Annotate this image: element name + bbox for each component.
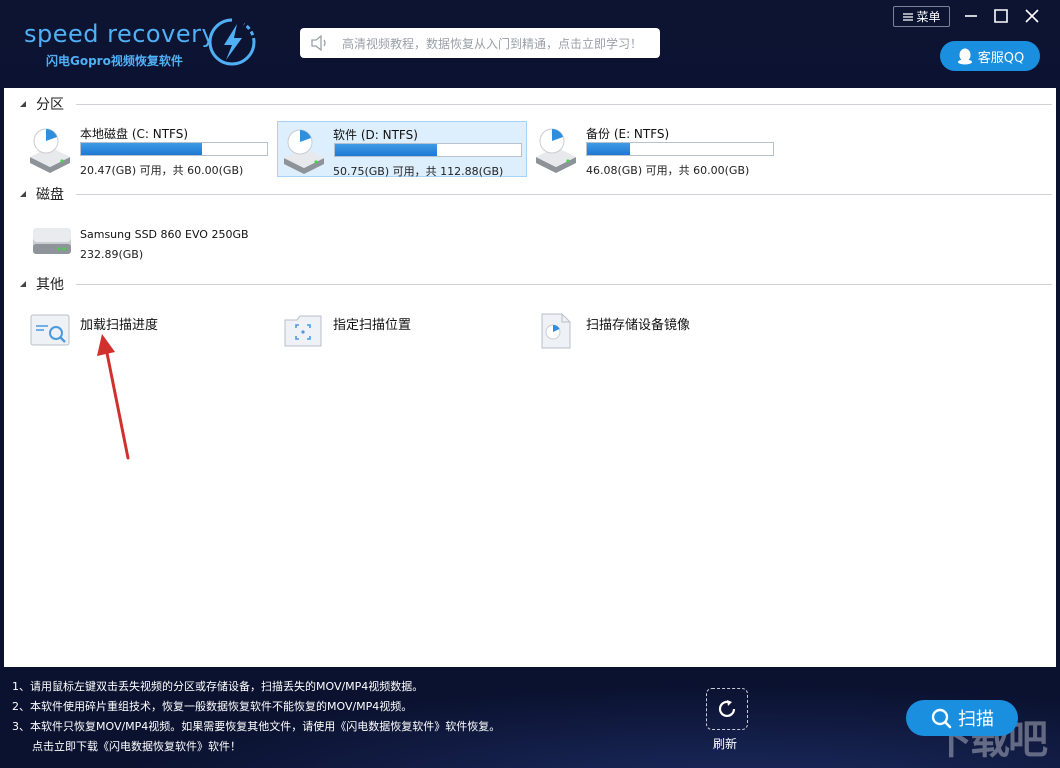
disk-name[interactable]: Samsung SSD 860 EVO 250GB [80,228,249,241]
refresh-icon [718,700,736,718]
speaker-icon [311,35,326,51]
load-scan-progress-icon [30,314,70,346]
menu-button[interactable]: 菜单 [893,6,950,27]
tip-line: 3、本软件只恢复MOV/MP4视频。如果需要恢复其他文件，请使用《闪电数据恢复软… [12,720,501,733]
usage-tips: 1、请用鼠标左键双击丢失视频的分区或存储设备，扫描丢失的MOV/MP4视频数据。… [12,677,500,757]
section-others[interactable]: 其他 [18,275,1052,293]
notice-text: 高清视频教程，数据恢复从入门到精通，点击立即学习！ [342,36,643,51]
partition-drive-icon [284,129,324,174]
app-logo: speed recovery 闪电Gopro视频恢复软件 [24,14,264,74]
section-partitions[interactable]: 分区 [18,95,1052,113]
minimize-icon[interactable] [960,6,982,26]
usage-bar-fill [587,143,630,155]
section-title: 磁盘 [36,187,64,203]
scan-button[interactable]: 扫描 [906,700,1018,736]
usage-bar [586,142,774,156]
collapse-arrow-icon[interactable] [18,189,28,199]
scan-device-image-item[interactable]: 扫描存储设备镜像 [536,312,766,352]
divider [76,103,1052,105]
download-link[interactable]: 点击立即下载《闪电数据恢复软件》软件！ [12,737,500,757]
section-title: 分区 [36,97,64,113]
specify-scan-location-icon [284,315,322,347]
qq-penguin-icon [957,48,972,65]
menu-label: 菜单 [916,10,941,24]
scan-device-image-icon [541,313,571,349]
maximize-icon[interactable] [990,6,1012,26]
refresh-label: 刷新 [713,737,738,751]
lightning-bolt-icon [208,18,256,66]
partition-name: 本地磁盘 (C: NTFS) [80,127,189,141]
partition-drive-icon [536,128,576,173]
qq-support-button[interactable]: 客服QQ [940,41,1040,71]
usage-bar [80,142,268,156]
divider [76,193,1052,195]
partition-item-c[interactable]: 本地磁盘 (C: NTFS) 20.47(GB) 可用，共 60.00(GB) [4,121,268,177]
section-title: 其他 [36,277,64,293]
load-scan-progress-item[interactable]: 加载扫描进度 [30,312,260,352]
other-item-label: 指定扫描位置 [333,318,412,333]
partition-name: 软件 (D: NTFS) [333,128,418,142]
partition-item-e[interactable]: 备份 (E: NTFS) 46.08(GB) 可用，共 60.00(GB) [510,121,774,177]
refresh-button[interactable] [706,688,748,730]
device-panel: 分区 本地磁盘 (C: NTFS) 20.47(GB) 可用，共 60.00(G… [4,88,1056,667]
partition-capacity: 50.75(GB) 可用，共 112.88(GB) [333,165,504,178]
divider [76,283,1052,285]
usage-bar-fill [335,144,438,156]
logo-subtitle: 闪电Gopro视频恢复软件 [46,54,183,68]
logo-title: speed recovery [24,20,217,48]
partition-capacity: 20.47(GB) 可用，共 60.00(GB) [80,164,244,177]
menu-icon [903,12,914,21]
collapse-arrow-icon[interactable] [18,279,28,289]
partition-capacity: 46.08(GB) 可用，共 60.00(GB) [586,164,750,177]
close-icon[interactable] [1021,6,1043,26]
other-item-label: 扫描存储设备镜像 [586,318,691,333]
usage-bar-fill [81,143,202,155]
specify-scan-location-item[interactable]: 指定扫描位置 [283,312,513,352]
notice-bar[interactable]: 高清视频教程，数据恢复从入门到精通，点击立即学习！ [300,28,660,58]
tip-line: 1、请用鼠标左键双击丢失视频的分区或存储设备，扫描丢失的MOV/MP4视频数据。 [12,680,424,693]
scan-label: 扫描 [958,709,994,730]
collapse-arrow-icon[interactable] [18,99,28,109]
partition-drive-icon [30,128,70,173]
partition-item-d[interactable]: 软件 (D: NTFS) 50.75(GB) 可用，共 112.88(GB) [277,121,527,178]
tip-line: 2、本软件使用碎片重组技术，恢复一般数据恢复软件不能恢复的MOV/MP4视频。 [12,700,413,713]
red-annotation-arrow [97,334,130,460]
section-disks[interactable]: 磁盘 [18,185,1052,203]
qq-label: 客服QQ [977,50,1025,66]
usage-bar [334,143,522,157]
title-bar: speed recovery 闪电Gopro视频恢复软件 高清视频教程，数据恢复… [0,0,1060,88]
disk-size: 232.89(GB) [80,248,144,261]
search-icon [931,708,952,729]
footer-bar: 1、请用鼠标左键双击丢失视频的分区或存储设备，扫描丢失的MOV/MP4视频数据。… [0,667,1060,768]
hard-disk-icon[interactable] [30,224,74,260]
partition-name: 备份 (E: NTFS) [586,127,670,141]
